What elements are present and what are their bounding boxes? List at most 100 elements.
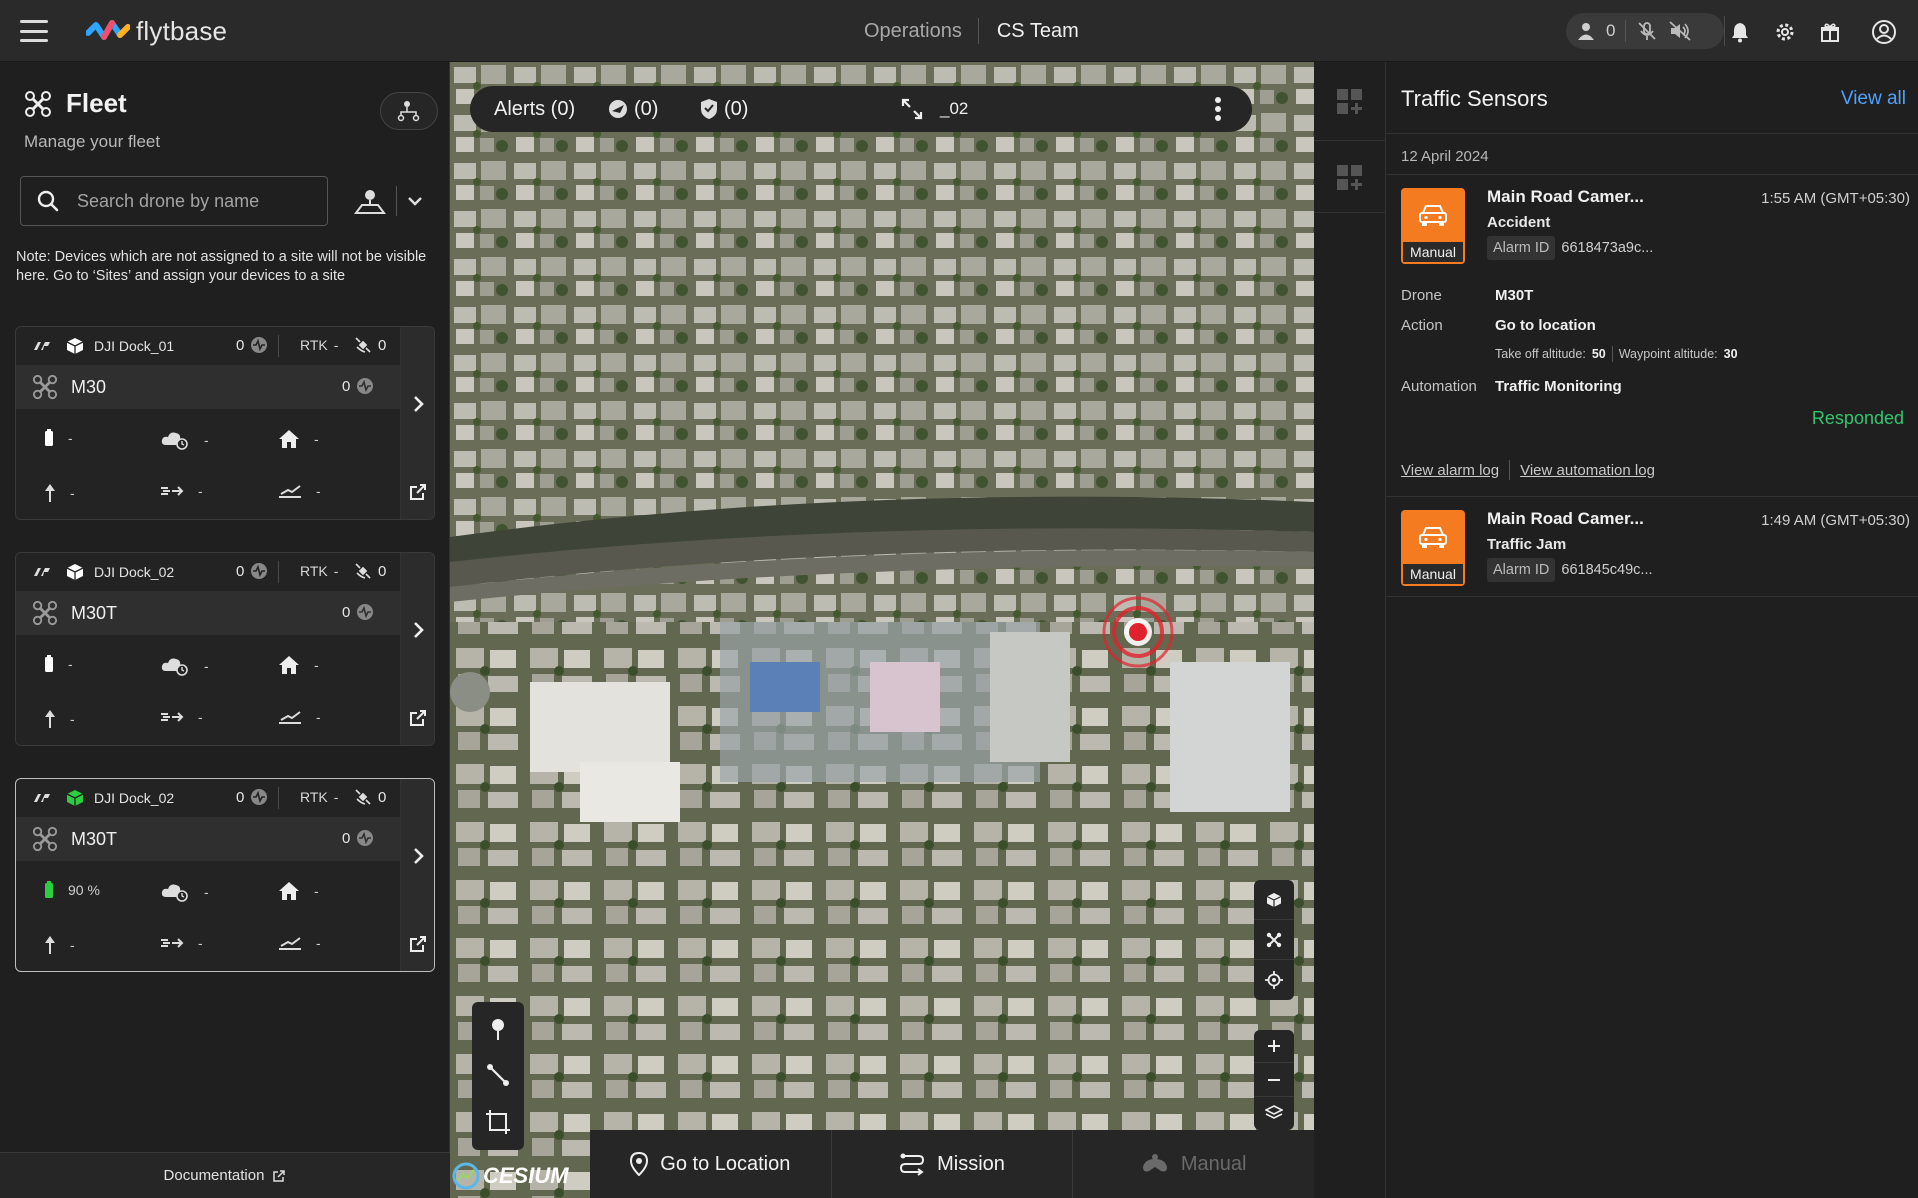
- open-external-icon[interactable]: [409, 935, 427, 953]
- weather-cloud-icon: [161, 432, 188, 450]
- mic-muted-icon[interactable]: [1636, 20, 1658, 42]
- speed-value: -: [198, 483, 203, 499]
- takeoff-label: Take off altitude:: [1495, 347, 1586, 361]
- manual-button[interactable]: Manual: [1073, 1130, 1314, 1198]
- chevron-right-icon[interactable]: [409, 847, 427, 865]
- bell-icon[interactable]: [1726, 18, 1754, 46]
- speed-icon: [161, 486, 184, 496]
- alarm-title[interactable]: Main Road Camer...: [1487, 509, 1644, 529]
- fleet-network-button[interactable]: [380, 92, 438, 130]
- drone-row[interactable]: M30 0: [16, 365, 402, 409]
- action-value: Go to location: [1495, 317, 1596, 334]
- pulse-icon: [357, 830, 374, 846]
- go-to-location-button[interactable]: Go to Location: [590, 1130, 832, 1198]
- pulse-icon: [357, 378, 374, 394]
- gift-icon[interactable]: [1816, 18, 1844, 46]
- rtk-value: -: [333, 337, 339, 353]
- flytbase-logo[interactable]: flytbase: [86, 16, 227, 47]
- airspace-count[interactable]: (0): [634, 98, 658, 121]
- speaker-muted-icon[interactable]: [1668, 20, 1692, 42]
- alarm-thumbnail[interactable]: Manual: [1401, 188, 1465, 264]
- shield-count[interactable]: (0): [724, 98, 748, 121]
- drone-row[interactable]: M30T 0: [16, 591, 402, 635]
- user-icon[interactable]: [1576, 21, 1596, 41]
- view-alarm-log-link[interactable]: View alarm log: [1401, 462, 1499, 479]
- altitude-icon: [45, 484, 55, 502]
- zoom-out-button[interactable]: [1254, 1063, 1294, 1097]
- open-external-icon[interactable]: [409, 483, 427, 501]
- menu-icon[interactable]: [20, 20, 48, 42]
- drone-search-field[interactable]: [20, 176, 328, 226]
- map-view[interactable]: Alerts (0) (0) (0) _02 CESIUM Go to Loca…: [450, 62, 1314, 1198]
- dock-card[interactable]: DJI Dock_02 0 RTK - 0 M30T 0: [15, 552, 435, 746]
- fleet-panel: Fleet Manage your fleet Note: Devices wh…: [0, 62, 450, 1198]
- satellite-icon: [355, 337, 371, 353]
- alarm-title[interactable]: Main Road Camer...: [1487, 187, 1644, 207]
- cube-icon: [1266, 892, 1282, 907]
- chevron-right-icon[interactable]: [409, 621, 427, 639]
- dock-card[interactable]: DJI Dock_02 0 RTK - 0 M30T 0: [15, 778, 435, 972]
- recenter-button[interactable]: [1254, 960, 1294, 1000]
- zoom-controls: [1254, 1030, 1294, 1130]
- view-all-link[interactable]: View all: [1841, 88, 1906, 110]
- dock-alert-count: 0: [236, 788, 268, 806]
- drone-view-button[interactable]: [1254, 920, 1294, 960]
- layers-icon: [1265, 1105, 1283, 1120]
- drone-label: Drone: [1401, 287, 1442, 304]
- column-divider: [1314, 140, 1386, 141]
- drone-telemetry-row: - - -: [16, 483, 402, 513]
- battery-icon: [45, 429, 53, 446]
- site-filter-dropdown[interactable]: [354, 186, 423, 216]
- gear-icon[interactable]: [1771, 18, 1799, 46]
- altitude-stat: -: [44, 483, 75, 503]
- satellite-icon: [355, 563, 371, 579]
- nav-operations[interactable]: Operations: [864, 20, 978, 43]
- alarm-date: 12 April 2024: [1401, 148, 1489, 165]
- drone-alert-count-value: 0: [342, 829, 351, 847]
- car-icon: [1419, 527, 1447, 548]
- rtk-label: RTK: [300, 563, 328, 579]
- layers-button[interactable]: [1254, 1097, 1294, 1130]
- route-icon: [900, 1153, 925, 1176]
- cesium-logo[interactable]: CESIUM: [452, 1162, 569, 1190]
- mission-button[interactable]: Mission: [832, 1130, 1074, 1198]
- battery-stat: -: [44, 429, 73, 447]
- pin-tool-icon[interactable]: [488, 1017, 508, 1041]
- expand-icon[interactable]: [900, 97, 924, 121]
- drone-row[interactable]: M30T 0: [16, 817, 402, 861]
- nav-team[interactable]: CS Team: [979, 20, 1079, 43]
- alerts-count[interactable]: Alerts (0): [494, 98, 575, 121]
- fleet-subtitle: Manage your fleet: [24, 132, 161, 151]
- line-tool-icon[interactable]: [486, 1063, 510, 1087]
- alarm-time: 1:55 AM (GMT+05:30): [1761, 190, 1910, 207]
- drone-name: M30: [71, 376, 107, 397]
- search-input[interactable]: [77, 190, 307, 212]
- column-divider: [1314, 212, 1386, 213]
- alerts-bar: Alerts (0) (0) (0) _02: [470, 86, 1252, 132]
- weather-cloud-icon: [161, 884, 188, 902]
- view-automation-log-link[interactable]: View automation log: [1520, 462, 1655, 479]
- dock-card[interactable]: DJI Dock_01 0 RTK - 0 M30 0 - - - - - -: [15, 326, 435, 520]
- traffic-sensors-panel: Traffic Sensors View all 12 April 2024 M…: [1386, 62, 1918, 1198]
- account-icon[interactable]: [1870, 18, 1898, 46]
- zoom-in-button[interactable]: [1254, 1030, 1294, 1064]
- divider: [1611, 346, 1613, 362]
- layout-grid-button-1[interactable]: [1330, 82, 1370, 122]
- dock-name: DJI Dock_01: [94, 338, 175, 354]
- manual-badge: Manual: [1401, 242, 1465, 264]
- documentation-link[interactable]: Documentation: [0, 1152, 450, 1198]
- drone-name: M30T: [71, 602, 118, 623]
- polygon-tool-icon[interactable]: [485, 1109, 511, 1135]
- divider: [1386, 596, 1918, 597]
- chevron-right-icon[interactable]: [409, 395, 427, 413]
- minus-icon: [1268, 1078, 1280, 1081]
- more-vertical-icon[interactable]: [1214, 96, 1222, 122]
- dock-name: DJI Dock_02: [94, 564, 175, 580]
- alarm-thumbnail[interactable]: Manual: [1401, 510, 1465, 586]
- top-bar: flytbase Operations CS Team 0: [0, 0, 1918, 62]
- pill-divider: [1625, 20, 1627, 42]
- weather-value: -: [204, 658, 209, 674]
- dock-view-button[interactable]: [1254, 880, 1294, 920]
- layout-grid-button-2[interactable]: [1330, 158, 1370, 198]
- open-external-icon[interactable]: [409, 709, 427, 727]
